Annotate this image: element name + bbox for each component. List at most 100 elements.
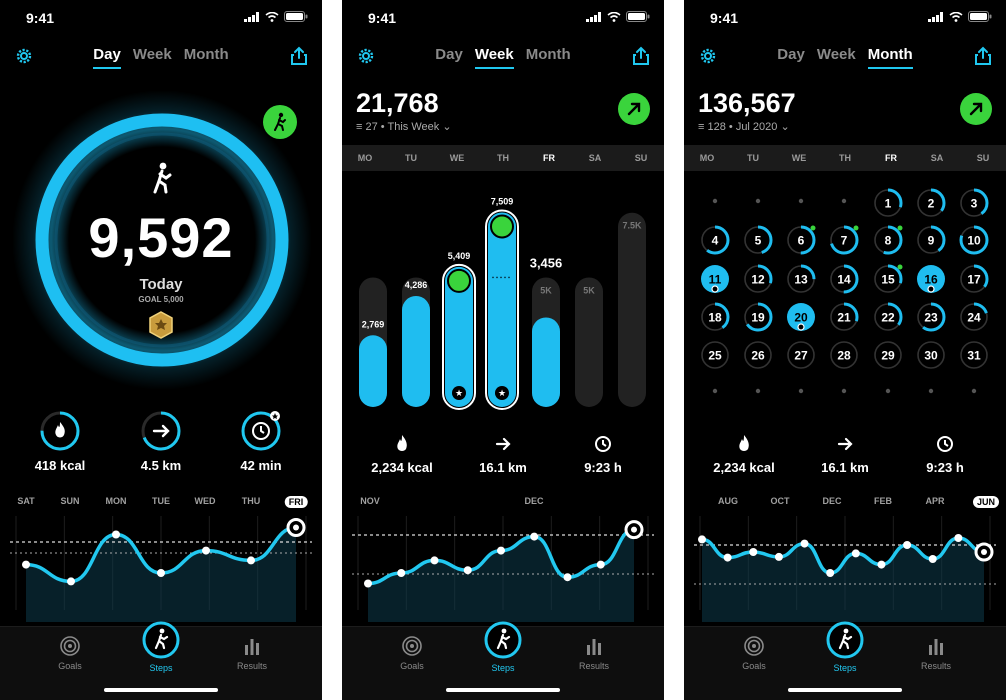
share-icon[interactable]: [632, 46, 650, 66]
data-point: [67, 577, 75, 586]
weekday-header: MO TU WE TH FR SA SU: [342, 145, 664, 171]
bar: [359, 335, 387, 407]
tab-bar: Goals Steps Results: [0, 621, 322, 700]
calendar-day-label: 9: [928, 234, 935, 248]
timeline-label: DEC: [524, 496, 544, 506]
calendar-day-label: 10: [967, 234, 981, 248]
timeline-label: SUN: [60, 496, 80, 506]
calendar-day-label: 13: [794, 273, 808, 287]
empty-day-dot: [798, 198, 804, 204]
timeline-label-current[interactable]: FRI: [284, 496, 308, 508]
tab-steps[interactable]: Steps: [131, 621, 191, 673]
data-point: [202, 546, 210, 555]
tab-results[interactable]: Results: [564, 635, 624, 671]
distance-value: 16.1 km: [479, 460, 527, 475]
timeline-label: DEC: [822, 496, 842, 506]
data-point: [463, 566, 472, 575]
tab-goals[interactable]: Goals: [724, 635, 784, 671]
timeline-label-current[interactable]: JUN: [972, 496, 1000, 508]
clock-icon: [595, 436, 611, 452]
time-stat: 9:23 h: [553, 434, 653, 475]
empty-day-dot: [755, 388, 761, 394]
weekday-label: TH: [497, 153, 509, 163]
data-point: [826, 569, 835, 577]
star-glyph: ★: [498, 388, 506, 398]
calendar-day-label: 22: [881, 311, 895, 325]
weekday-label: WE: [449, 153, 465, 163]
tab-month[interactable]: Month: [867, 46, 913, 69]
period-segmented-control: Day Week Month: [0, 46, 322, 69]
tab-steps[interactable]: Steps: [473, 621, 533, 673]
clock-icon: [937, 436, 953, 452]
bar-value-label: 5,409: [448, 251, 471, 261]
tab-week[interactable]: Week: [817, 46, 856, 63]
flame-icon: [40, 411, 80, 451]
clock-icon: [241, 411, 281, 451]
empty-day-dot: [971, 388, 977, 394]
week-line-chart: [352, 516, 654, 622]
current-point-dot: [981, 549, 987, 555]
tab-steps[interactable]: Steps: [815, 621, 875, 673]
calories-value: 2,234 kcal: [371, 460, 433, 475]
timeline-label: TUE: [152, 496, 170, 506]
share-icon[interactable]: [290, 46, 308, 66]
calendar-day-label: 5: [755, 234, 762, 248]
walk-badge: [263, 105, 297, 139]
period-segmented-control: Day Week Month: [342, 46, 664, 69]
walker-icon: [274, 112, 286, 131]
timeline-label: OCT: [770, 496, 790, 506]
data-point: [749, 548, 758, 556]
tab-bar: Goals Steps Results: [684, 621, 1006, 700]
distance-value: 16.1 km: [821, 460, 869, 475]
weekday-label: SA: [588, 153, 602, 163]
star-icon: [797, 323, 805, 331]
trend-button[interactable]: [618, 93, 650, 125]
calendar-day-label: 15: [881, 273, 895, 287]
tab-results[interactable]: Results: [222, 635, 282, 671]
tab-day[interactable]: Day: [777, 46, 805, 63]
calendar-day-label: 7: [841, 234, 848, 248]
week-period-selector[interactable]: ≡ 27 • This Week ⌄: [356, 120, 452, 133]
empty-day-dot: [928, 388, 934, 394]
calendar-day-label: 25: [708, 349, 722, 363]
weekday-label: MO: [357, 153, 373, 163]
month-period-selector[interactable]: ≡ 128 • Jul 2020 ⌄: [698, 120, 790, 133]
tab-month[interactable]: Month: [184, 46, 229, 63]
tab-day[interactable]: Day: [435, 46, 463, 63]
calendar-day-label: 8: [885, 234, 892, 248]
day-screen: 9:41 Day Week Month 9,592 Today GOAL 5,000…: [0, 0, 322, 700]
walker-icon: [142, 621, 180, 659]
weekday-label: TU: [747, 153, 759, 163]
tab-week[interactable]: Week: [474, 46, 514, 69]
arrow-up-right-icon: [969, 102, 983, 116]
month-line-chart: [694, 516, 996, 622]
month-timeline-labels: AUG OCT DEC FEB APR JUN: [684, 496, 1006, 510]
trend-button[interactable]: [960, 93, 992, 125]
empty-day-dot: [885, 388, 891, 394]
calendar-day-label: 4: [712, 234, 719, 248]
flame-icon: [397, 435, 407, 451]
calendar-day-label: 30: [924, 349, 938, 363]
tab-results-label: Results: [236, 661, 267, 671]
tab-results[interactable]: Results: [906, 635, 966, 671]
tab-goals[interactable]: Goals: [382, 635, 442, 671]
goal-bar: [618, 212, 646, 407]
status-time: 9:41: [710, 10, 739, 26]
tab-day[interactable]: Day: [93, 46, 121, 69]
bar-chart-icon: [587, 639, 601, 655]
weekday-label: TH: [839, 153, 851, 163]
timeline-label: NOV: [360, 496, 380, 506]
share-icon[interactable]: [974, 46, 992, 66]
data-point: [497, 546, 505, 555]
calendar-day-label: 26: [751, 349, 765, 363]
tab-steps-label: Steps: [491, 663, 515, 673]
tab-week[interactable]: Week: [133, 46, 172, 63]
tab-month[interactable]: Month: [526, 46, 571, 63]
target-icon: [60, 636, 80, 656]
tab-goals[interactable]: Goals: [40, 635, 100, 671]
bar: [402, 295, 430, 407]
target-icon: [402, 636, 422, 656]
calories-stat: 418 kcal: [10, 410, 110, 473]
tab-results-label: Results: [578, 661, 609, 671]
data-point: [157, 569, 165, 577]
